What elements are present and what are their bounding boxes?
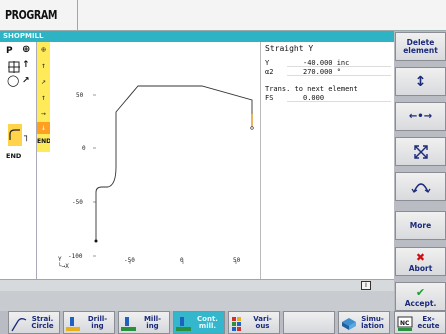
empty-softkey[interactable] <box>283 311 335 334</box>
shopmill-header: SHOPMILL <box>0 31 394 42</box>
simulation-label-2: lation <box>361 322 384 330</box>
drilling-icon <box>66 317 80 331</box>
more-label: More <box>409 220 432 230</box>
accept-label: Accept. <box>404 298 437 308</box>
contour-milling-button[interactable]: Cont. mill. <box>173 311 225 334</box>
start-point-icon[interactable]: ⊕ <box>22 45 30 55</box>
simulation-icon <box>342 318 356 330</box>
execute-icon: NC <box>397 316 413 331</box>
program-title: PROGRAM <box>5 8 58 22</box>
x-axis-label: └→X <box>58 263 69 270</box>
circle-icon[interactable]: ◯ <box>7 75 19 86</box>
end-point <box>250 126 254 130</box>
abort-button[interactable]: ✖ Abort <box>395 247 446 276</box>
program-p-icon[interactable]: P <box>6 47 13 56</box>
delete-element-label: Delete element <box>403 37 438 55</box>
various-button[interactable]: Vari- ous <box>228 311 280 334</box>
contour-milling-label-2: mill. <box>198 322 217 330</box>
milling-label-2: ing <box>146 322 159 330</box>
top-bar: PROGRAM <box>0 0 446 31</box>
seq-right-icon[interactable]: → <box>38 110 49 118</box>
element-sequence-column: ⊕ ↑ ↗ ↑ → ↓ END <box>37 42 52 279</box>
line-up-icon[interactable]: ↑ <box>22 61 30 70</box>
end-icon[interactable]: END <box>6 152 21 161</box>
y-tick-minus50: -50 <box>72 199 83 206</box>
seq-up2-icon[interactable]: ↑ <box>38 94 49 102</box>
top-divider <box>77 0 78 31</box>
contour-milling-icon <box>176 317 191 331</box>
x-tick-0: 0 <box>180 257 184 264</box>
seq-up-icon[interactable]: ↑ <box>38 62 49 70</box>
seq-diagonal-icon[interactable]: ↗ <box>38 78 49 86</box>
abort-x-icon: ✖ <box>415 250 426 264</box>
milling-icon <box>121 317 136 331</box>
milling-button[interactable]: Mill- ing <box>118 311 170 334</box>
param-alpha2-label: α2 <box>265 68 274 76</box>
various-icon <box>232 317 241 331</box>
various-label-2: ous <box>255 322 270 330</box>
seq-down-icon[interactable]: ↓ <box>38 124 49 132</box>
horizontal-arrow-icon: ←•→ <box>408 110 433 122</box>
line-diagonal-icon[interactable]: ↗ <box>22 77 30 86</box>
contour-svg <box>93 85 254 264</box>
y-axis-label: Y <box>58 256 62 263</box>
contour-path <box>95 85 253 241</box>
contour-icon-column: P ⊕ ↑ ◯ ↗ ┐ END <box>0 42 37 279</box>
y-tick-0: 0 <box>82 145 86 152</box>
execute-button[interactable]: NC Ex- ecute <box>394 311 446 334</box>
param-y-label: Y <box>265 59 270 67</box>
straight-circle-button[interactable]: Strai. Circle <box>8 311 60 334</box>
abort-label: Abort <box>408 263 433 273</box>
accept-check-icon: ✔ <box>415 285 426 299</box>
contour-graphic: 50 0 -50 -100 -50 0 50 Y └→X <box>50 42 260 279</box>
drilling-label-2: ing <box>91 322 104 330</box>
execute-label-2: ecute <box>417 322 440 330</box>
delete-element-button[interactable]: Delete element <box>395 32 446 61</box>
contour-element-icon[interactable] <box>9 128 21 145</box>
transition-label: Trans. to next element <box>265 85 358 93</box>
info-icon[interactable]: i <box>361 281 371 290</box>
horizontal-line-button[interactable]: ←•→ <box>395 102 446 131</box>
element-title: Straight Y <box>265 44 314 53</box>
arc-icon <box>411 182 430 193</box>
seq-start-icon[interactable]: ⊕ <box>38 46 49 54</box>
x-tick-50: 50 <box>233 257 241 264</box>
parameter-panel: Straight Y Y -40.000 inc α2 270.000 ° Tr… <box>260 42 394 279</box>
fs-label: FS <box>265 94 274 102</box>
horizontal-softkey-bar: Strai. Circle Drill- ing Mill- ing Cont.… <box>0 311 446 334</box>
simulation-button[interactable]: Simu- lation <box>338 311 390 334</box>
drilling-button[interactable]: Drill- ing <box>63 311 115 334</box>
vertical-softkey-bar: Delete element ↕ ←•→ More ✖ Abort ✔ Acce… <box>394 31 446 311</box>
corner-icon[interactable]: ┐ <box>24 133 29 142</box>
y-tick-50: 50 <box>76 92 84 99</box>
seq-end-label: END <box>37 138 52 145</box>
arc-button[interactable] <box>395 172 446 201</box>
vertical-line-button[interactable]: ↕ <box>395 67 446 96</box>
straight-circle-icon <box>11 318 27 332</box>
diagonal-line-button[interactable] <box>395 137 446 166</box>
accept-button[interactable]: ✔ Accept. <box>395 282 446 311</box>
x-tick-minus50: -50 <box>124 257 135 264</box>
diagonal-arrows-icon <box>413 144 428 159</box>
start-point <box>94 239 98 243</box>
param-alpha2-field[interactable]: 270.000 ° <box>287 68 391 76</box>
info-bar: i <box>0 279 394 291</box>
more-button[interactable]: More <box>395 211 446 240</box>
param-y-field[interactable]: -40.000 inc <box>287 59 391 67</box>
y-tick-minus100: -100 <box>68 253 83 260</box>
svg-text:NC: NC <box>400 320 410 327</box>
straight-circle-label-2: Circle <box>31 322 54 330</box>
fs-field[interactable]: 0.000 <box>287 94 391 102</box>
vertical-arrow-icon: ↕ <box>414 73 427 90</box>
